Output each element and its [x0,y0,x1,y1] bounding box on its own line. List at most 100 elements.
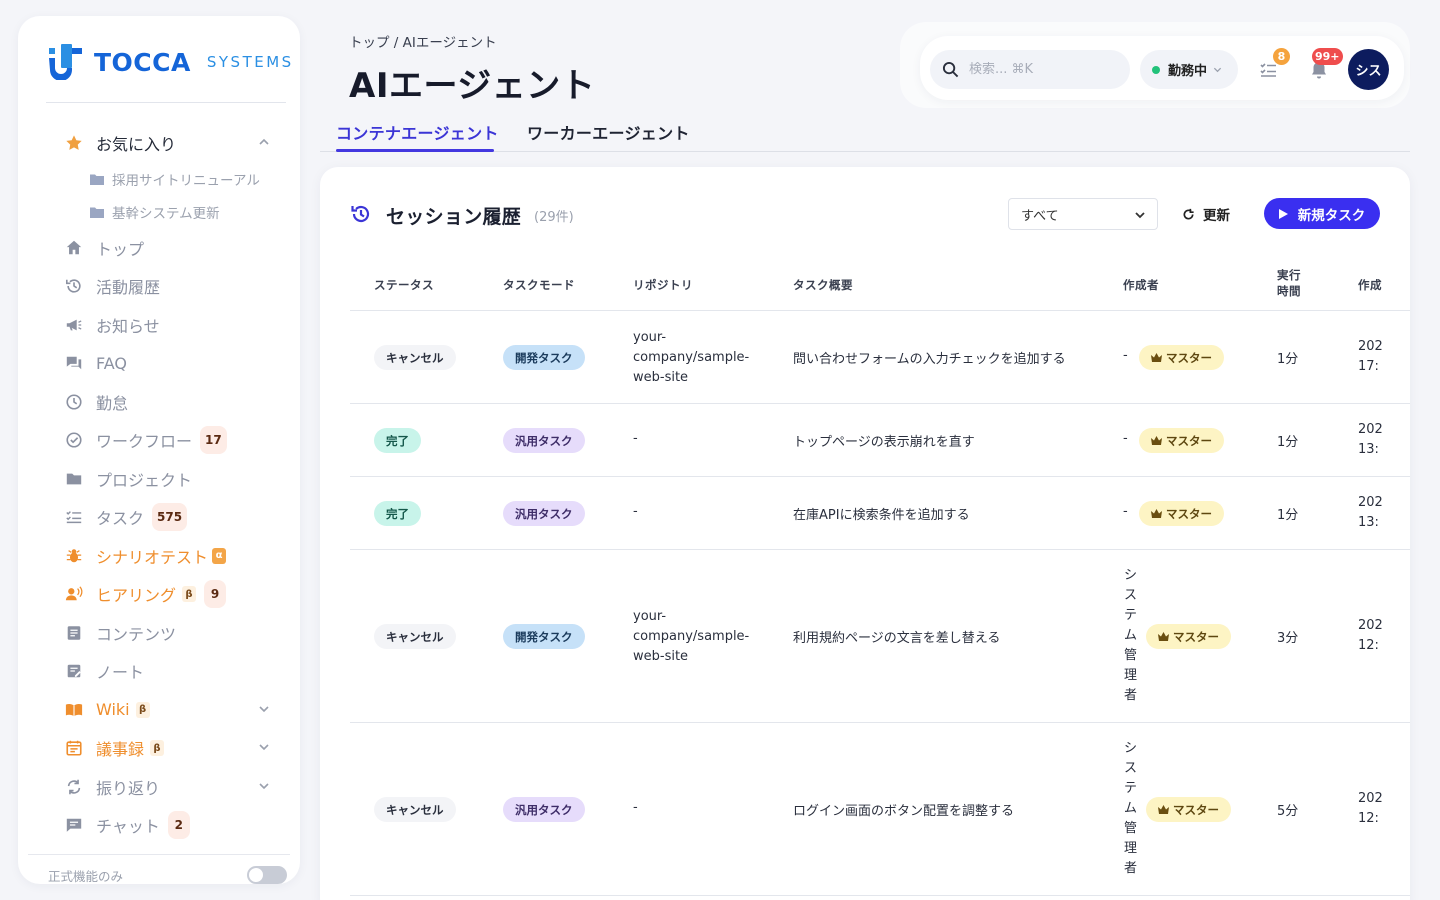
mode-badge: 開発タスク [503,624,585,649]
tocca-logo-icon [48,44,84,81]
mode-badge: 開発タスク [503,345,585,370]
task-summary[interactable]: ログイン画面のボタン配置を調整する [793,800,1014,819]
column-header-status[interactable]: ステータス [374,277,434,293]
created-date: 202 12: [1358,616,1382,656]
breadcrumb[interactable]: トップ / AIエージェント [349,31,497,51]
favorite-item[interactable]: 基幹システム更新 [18,196,300,229]
column-header-summary[interactable]: タスク概要 [793,277,853,293]
official-only-toggle[interactable] [247,866,287,884]
filter-select[interactable]: すべて [1008,198,1158,230]
repo-link[interactable]: your-company/sample-web-site [633,607,773,667]
created-date: 202 17: [1358,337,1382,377]
calendar-icon [64,738,84,758]
favorite-item[interactable]: 採用サイトリニューアル [18,163,300,196]
crown-icon [1151,436,1162,445]
sidebar-item-attendance[interactable]: 勤怠 [18,383,300,422]
role-badge: マスター [1139,501,1224,526]
sidebar-nav: お気に入り 採用サイトリニューアル 基幹システム更新 トップ 活動履歴 お知らせ… [18,124,300,845]
sidebar-item-chat[interactable]: チャット 2 [18,806,300,845]
sidebar-item-label: 振り返り [96,778,161,798]
count-badge: 17 [200,426,227,455]
repo-link: - [633,504,638,519]
count-badge: 575 [152,503,188,532]
sidebar: TOCCA SYSTEMS お気に入り 採用サイトリニューアル 基幹システム更新… [18,16,300,884]
sidebar-item-minutes[interactable]: 議事録 β [18,729,300,768]
task-summary[interactable]: トップページの表示崩れを直す [793,431,975,450]
sidebar-item-workflow[interactable]: ワークフロー 17 [18,421,300,460]
work-status-dropdown[interactable]: 勤務中 [1140,50,1238,89]
search-input[interactable] [969,62,1119,77]
created-date-line2: 12: [1358,811,1379,826]
chevron-down-icon[interactable] [258,703,270,715]
home-icon [64,238,84,258]
sidebar-item-scenario-test[interactable]: シナリオテスト α [18,537,300,576]
tab-worker-agent[interactable]: ワーカーエージェント [527,120,690,144]
task-summary[interactable]: 在庫APIに検索条件を追加する [793,504,970,523]
column-header-duration[interactable]: 実行 時間 [1277,267,1301,299]
chevron-down-icon[interactable] [258,780,270,792]
column-header-mode[interactable]: タスクモード [503,277,575,293]
role-label: マスター [1166,433,1212,448]
check-circle-icon [64,430,84,450]
column-header-created[interactable]: 作成 [1358,277,1382,293]
table-row[interactable]: キャンセル 汎用タスク - ログイン画面のボタン配置を調整する システム管理者 … [350,723,1410,896]
refresh-icon [1183,208,1194,220]
divider [28,854,290,855]
notifications-count-badge: 99+ [1312,48,1343,65]
sidebar-item-contents[interactable]: コンテンツ [18,614,300,653]
new-task-button[interactable]: 新規タスク [1264,198,1380,229]
table-row[interactable]: 完了 汎用タスク - 在庫APIに検索条件を追加する - マスター 1分 202… [350,477,1410,550]
crown-icon [1151,509,1162,518]
column-header-author[interactable]: 作成者 [1123,277,1159,293]
duration: 5分 [1277,804,1299,819]
sidebar-item-faq[interactable]: FAQ [18,344,300,383]
repo-link: - [633,431,638,446]
role-badge: マスター [1146,624,1231,649]
repo-link[interactable]: your-company/sample-web-site [633,328,773,388]
work-status-label: 勤務中 [1168,64,1208,79]
sidebar-item-label: コンテンツ [96,624,177,644]
chevron-up-icon[interactable] [258,136,270,148]
task-summary[interactable]: 問い合わせフォームの入力チェックを追加する [793,348,1066,367]
sidebar-item-label: FAQ [96,353,127,373]
sidebar-item-favorites[interactable]: お気に入り [18,124,300,163]
sidebar-item-label: Wiki [96,700,130,720]
column-header-repo[interactable]: リポジトリ [633,277,693,293]
user-avatar[interactable]: シス [1348,49,1389,90]
duration: 1分 [1277,352,1299,367]
table-row[interactable]: キャンセル 開発タスク your-company/sample-web-site… [350,311,1410,404]
chat-icon [64,815,84,835]
sidebar-item-tasks[interactable]: タスク 575 [18,498,300,537]
author-name: - [1123,348,1128,363]
table-row[interactable]: キャンセル 開発タスク your-company/sample-web-site… [350,550,1410,723]
chevron-down-icon [1135,212,1145,219]
sidebar-item-wiki[interactable]: Wiki β [18,691,300,730]
sidebar-item-announcements[interactable]: お知らせ [18,306,300,345]
sidebar-item-top[interactable]: トップ [18,229,300,268]
role-label: マスター [1166,506,1212,521]
task-summary[interactable]: 利用規約ページの文言を差し替える [793,627,1000,646]
search-icon [942,61,959,78]
table-row[interactable]: 完了 汎用タスク - トップページの表示崩れを直す - マスター 1分 202 1… [350,404,1410,477]
sidebar-item-label: ノート [96,663,145,683]
duration: 1分 [1277,508,1299,523]
sidebar-item-label: お知らせ [96,316,160,336]
role-badge: マスター [1146,797,1231,822]
search-box[interactable] [930,50,1130,89]
sidebar-item-notes[interactable]: ノート [18,652,300,691]
beta-tag: β [135,701,150,718]
refresh-button[interactable]: 更新 [1182,198,1230,230]
official-only-label: 正式機能のみ [48,869,124,884]
folder-icon [64,469,84,489]
tab-container-agent[interactable]: コンテナエージェント [336,120,499,144]
logo[interactable]: TOCCA SYSTEMS [48,44,294,81]
chevron-down-icon[interactable] [258,741,270,753]
role-badge: マスター [1139,428,1224,453]
sidebar-item-retrospective[interactable]: 振り返り [18,768,300,807]
sidebar-item-projects[interactable]: プロジェクト [18,460,300,499]
sidebar-item-label: 活動履歴 [96,278,161,298]
sidebar-item-activity[interactable]: 活動履歴 [18,267,300,306]
sidebar-item-hearing[interactable]: ヒアリング β 9 [18,575,300,614]
speaker-person-icon [64,584,84,604]
chat-bubbles-icon [64,353,84,373]
